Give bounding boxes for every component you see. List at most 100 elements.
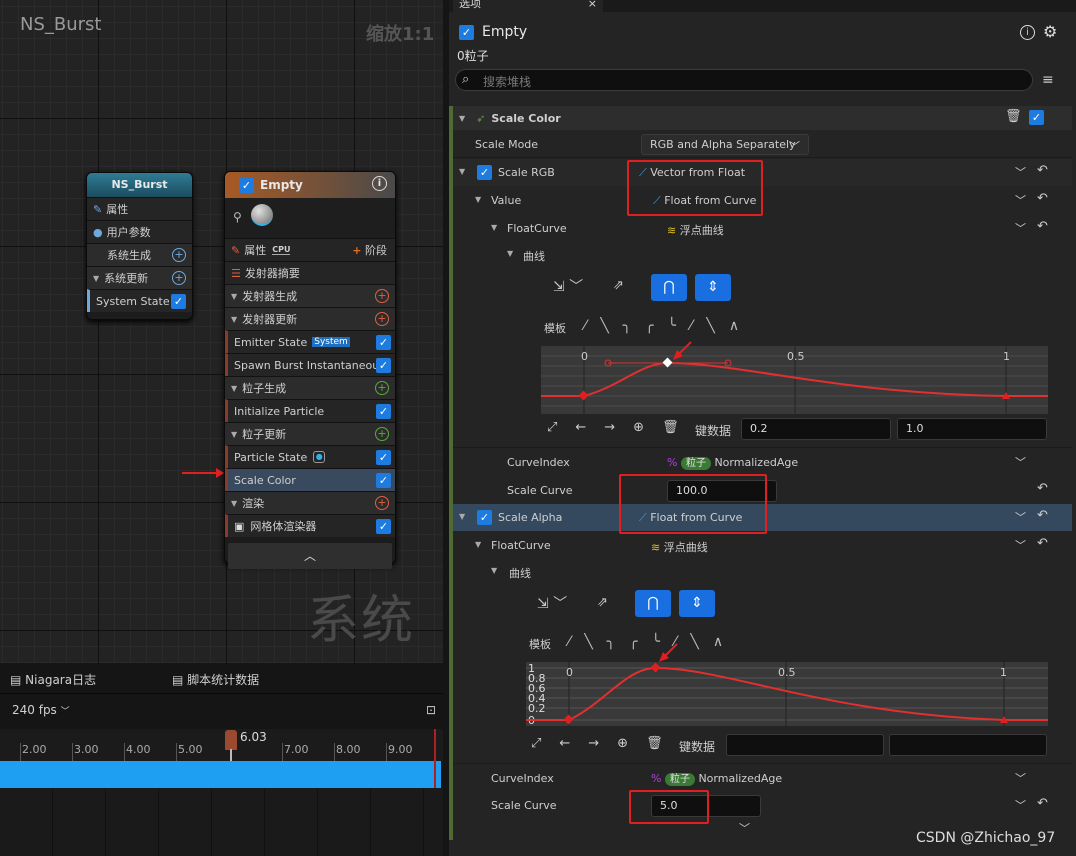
rgb-curve-editor[interactable]: 0 0.5 1	[541, 346, 1048, 414]
curve-tools-alpha[interactable]: ⤢←→⊕🗑	[531, 736, 681, 751]
reset-icon[interactable]: ↶	[1037, 536, 1048, 551]
add-icon[interactable]: +	[375, 427, 389, 441]
emitter-props-row[interactable]: ✎ 属性 CPU + 阶段	[225, 238, 395, 261]
add-stage-button[interactable]: + 阶段	[352, 242, 387, 258]
key-value-field-alpha[interactable]	[889, 734, 1047, 756]
open-external-icon[interactable]: ⇗	[613, 278, 624, 293]
curve-snap-dropdown[interactable]: ⇲ ﹀	[537, 593, 567, 613]
collapse-icon[interactable]: ▼	[231, 384, 237, 393]
fps-dropdown[interactable]: 240 fps ﹀	[12, 703, 70, 717]
key-time-field[interactable]: 0.2	[741, 418, 891, 440]
dropdown-chevron-icon[interactable]: ﹀	[1015, 537, 1026, 553]
system-node[interactable]: NS_Burst ✎ 属性 ● 用户参数 系统生成 + ▼ 系统更新 + System S…	[86, 172, 193, 320]
gear-icon[interactable]: ⚙	[1043, 22, 1057, 41]
collapse-icon[interactable]: ▼	[231, 430, 237, 439]
reset-icon[interactable]: ↶	[1037, 163, 1048, 178]
playhead-handle[interactable]	[225, 730, 237, 750]
curve-tools-rgb[interactable]: ⤢←→⊕🗑	[547, 420, 697, 435]
scale-alpha-checkbox[interactable]: ✓	[477, 510, 492, 525]
system-props-row[interactable]: ✎ 属性	[87, 197, 192, 220]
module-enable-checkbox[interactable]: ✓	[1029, 110, 1044, 125]
system-state-row[interactable]: System State ✓	[87, 289, 192, 312]
emitter-row[interactable]: ▣ 网格体渲染器 ✓	[225, 514, 395, 537]
node-graph[interactable]: NS_Burst 缩放1:1 系统 NS_Burst ✎ 属性 ● 用户参数 系统生…	[0, 0, 443, 663]
add-icon[interactable]: +	[172, 248, 186, 262]
reset-icon[interactable]: ↶	[1037, 481, 1048, 496]
emitter-row[interactable]: ▼ 发射器生成 +	[225, 284, 395, 307]
checkbox[interactable]: ✓	[171, 294, 186, 309]
reset-icon[interactable]: ↶	[1037, 219, 1048, 234]
dropdown-chevron-icon[interactable]: ﹀	[1015, 509, 1026, 525]
collapse-icon[interactable]: ▼	[231, 499, 237, 508]
emitter-row[interactable]: Spawn Burst Instantaneous ✓	[225, 353, 395, 376]
checkbox[interactable]: ✓	[376, 335, 391, 350]
system-spawn-row[interactable]: 系统生成 +	[87, 243, 192, 266]
module-header[interactable]: ▼ ➶ Scale Color 🗑 ✓	[453, 106, 1072, 130]
dropdown-chevron-icon[interactable]: ﹀	[1015, 164, 1026, 180]
delete-icon[interactable]: 🗑	[1005, 109, 1022, 124]
normalize-button[interactable]: ⋂	[635, 590, 671, 617]
alpha-curve-editor[interactable]: 1 0.8 0.6 0.4 0.2 0 0 0.5 1	[526, 662, 1048, 726]
curve-templates-rgb[interactable]: ⁄╲╮╭╰⁄╲∧	[584, 318, 753, 334]
scale-rgb-checkbox[interactable]: ✓	[477, 165, 492, 180]
curve-index-value-alpha[interactable]: % 粒子 NormalizedAge	[651, 770, 782, 786]
curve-index-value-rgb[interactable]: % 粒子 NormalizedAge	[667, 454, 798, 470]
emitter-row[interactable]: Scale Color ✓	[225, 468, 395, 491]
emitter-enable-checkbox[interactable]: ✓	[459, 24, 474, 40]
emitter-summary-row[interactable]: ☰ 发射器摘要	[225, 261, 395, 284]
collapse-icon[interactable]: ▼	[93, 274, 99, 283]
reset-icon[interactable]: ↶	[1037, 191, 1048, 206]
dropdown-chevron-icon[interactable]: ﹀	[1015, 220, 1026, 236]
add-icon[interactable]: +	[375, 312, 389, 326]
system-user-params-row[interactable]: ● 用户参数	[87, 220, 192, 243]
lock-icon[interactable]: ⊡	[426, 703, 436, 717]
emitter-node[interactable]: ✓ Empty i ⚲ ✎ 属性 CPU + 阶段 ☰ 发射器摘要 ▼ 发射器生成 + ▼ 发射…	[224, 171, 396, 569]
tab-script-stats[interactable]: ▤ 脚本统计数据	[172, 671, 259, 688]
search-input[interactable]: ⌕ 搜索堆栈	[455, 69, 1033, 91]
checkbox[interactable]: ✓	[376, 519, 391, 534]
info-icon[interactable]: i	[1020, 25, 1035, 40]
collapse-icon[interactable]: ▼	[231, 292, 237, 301]
emitter-row[interactable]: Particle State ● ✓	[225, 445, 395, 468]
checkbox[interactable]: ✓	[376, 450, 391, 465]
checkbox[interactable]: ✓	[376, 358, 391, 373]
fit-vertical-button[interactable]: ⇕	[695, 274, 731, 301]
expand-more-icon[interactable]: ﹀	[739, 820, 750, 836]
emitter-row[interactable]: ▼ 渲染 +	[225, 491, 395, 514]
dropdown-chevron-icon[interactable]: ﹀	[1015, 797, 1026, 813]
collapse-icon[interactable]: ▼	[231, 315, 237, 324]
add-icon[interactable]: +	[375, 289, 389, 303]
key-value-field[interactable]: 1.0	[897, 418, 1047, 440]
time-ruler[interactable]: 2.00 3.00 4.00 5.00 7.00 8.00 9.00	[0, 729, 443, 761]
system-update-row[interactable]: ▼ 系统更新 +	[87, 266, 192, 289]
curve-snap-dropdown[interactable]: ⇲ ﹀	[553, 276, 583, 296]
reset-icon[interactable]: ↶	[1037, 508, 1048, 523]
filter-icon[interactable]: ≡	[1042, 72, 1054, 88]
checkbox[interactable]: ✓	[376, 404, 391, 419]
add-icon[interactable]: +	[172, 271, 186, 285]
open-external-icon[interactable]: ⇗	[597, 595, 608, 610]
emitter-row[interactable]: ▼ 粒子更新 +	[225, 422, 395, 445]
add-icon[interactable]: +	[375, 381, 389, 395]
dropdown-chevron-icon[interactable]: ﹀	[1015, 770, 1026, 786]
reset-icon[interactable]: ↶	[1037, 796, 1048, 811]
dropdown-chevron-icon[interactable]: ﹀	[1015, 454, 1026, 470]
float-curve-asset-alpha[interactable]: ≋ 浮点曲线	[651, 539, 708, 555]
info-icon[interactable]: i	[372, 176, 387, 191]
emitter-row[interactable]: ▼ 粒子生成 +	[225, 376, 395, 399]
emitter-row[interactable]: Initialize Particle ✓	[225, 399, 395, 422]
curve-templates-alpha[interactable]: ⁄╲╮╭╰⁄╲∧	[568, 634, 737, 650]
emitter-track-bar[interactable]	[0, 761, 441, 788]
add-icon[interactable]: +	[375, 496, 389, 510]
emitter-enable-checkbox[interactable]: ✓	[239, 177, 254, 193]
fit-vertical-button[interactable]: ⇕	[679, 590, 715, 617]
dropdown-chevron-icon[interactable]: ﹀	[1015, 192, 1026, 208]
key-time-field-alpha[interactable]	[726, 734, 884, 756]
emitter-row[interactable]: Emitter State System ✓	[225, 330, 395, 353]
normalize-button[interactable]: ⋂	[651, 274, 687, 301]
checkbox[interactable]: ✓	[376, 473, 391, 488]
collapse-node-button[interactable]: ︿	[228, 543, 392, 569]
scale-mode-dropdown[interactable]: RGB and Alpha Separately ﹀	[641, 134, 809, 155]
tab-options[interactable]: 选项 ×	[453, 0, 603, 12]
float-curve-asset[interactable]: ≋ 浮点曲线	[667, 222, 724, 238]
